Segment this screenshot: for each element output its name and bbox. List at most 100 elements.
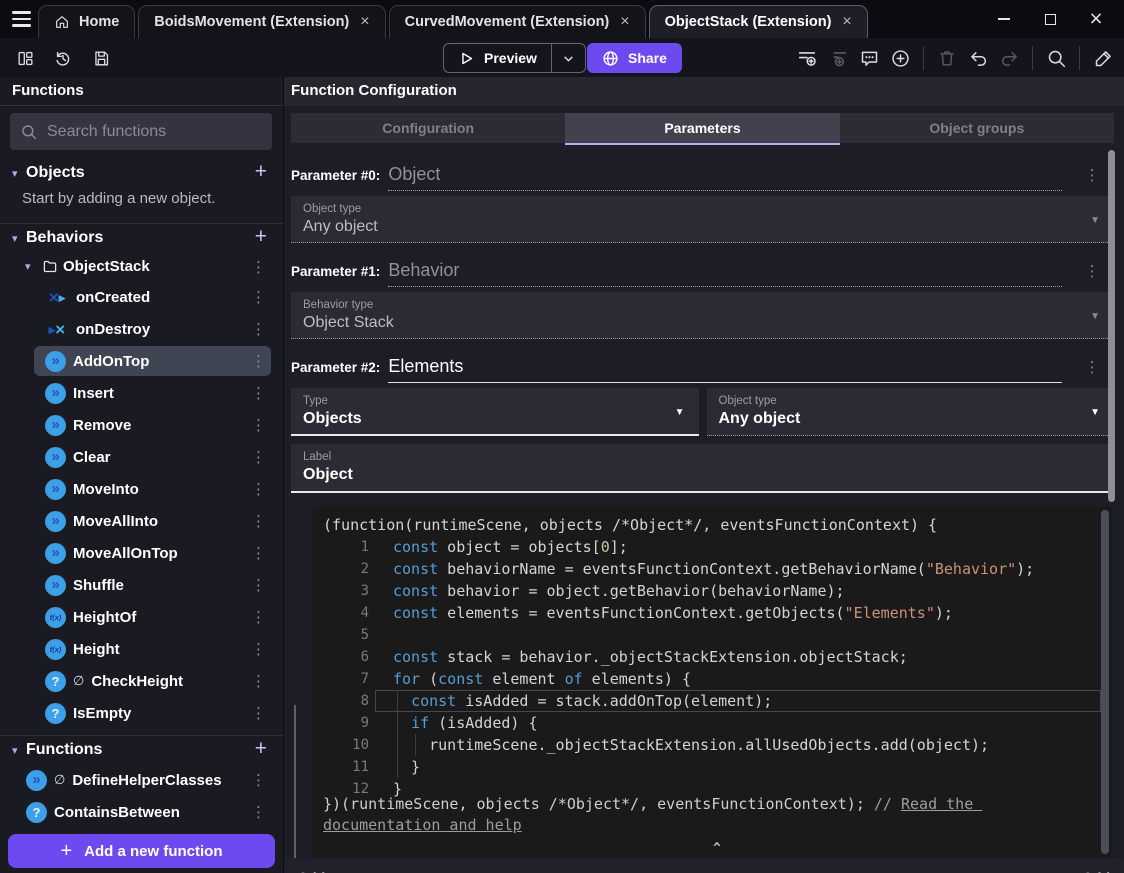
sidebar-item-checkheight[interactable]: ? ∅ CheckHeight ⋮ bbox=[0, 665, 283, 697]
editor-tab-boidsmovement[interactable]: BoidsMovement (Extension) × bbox=[138, 5, 386, 38]
maximize-button[interactable] bbox=[1034, 5, 1066, 33]
tab-parameters[interactable]: Parameters bbox=[565, 113, 840, 145]
add-circle-icon[interactable] bbox=[887, 45, 913, 71]
close-tab-icon[interactable]: × bbox=[842, 13, 851, 31]
kebab-menu-icon[interactable]: ⋮ bbox=[251, 672, 266, 690]
field-object-type[interactable]: Object type Any object ▼ bbox=[706, 388, 1114, 436]
line-text: runtimeScene._objectStackExtension.allUs… bbox=[393, 736, 990, 754]
kebab-menu-icon[interactable]: ⋮ bbox=[251, 352, 266, 370]
kebab-menu-icon[interactable]: ⋮ bbox=[251, 416, 266, 434]
undo-icon[interactable] bbox=[965, 45, 991, 71]
dropdown-arrow-icon: ▼ bbox=[1090, 407, 1100, 418]
sidebar-section-functions[interactable]: ▾ Functions + bbox=[0, 736, 283, 764]
field-label[interactable]: Label Object bbox=[291, 444, 1114, 493]
kebab-menu-icon[interactable]: ⋮ bbox=[251, 544, 266, 562]
tab-object-groups[interactable]: Object groups bbox=[840, 113, 1114, 143]
preview-button[interactable]: Preview bbox=[443, 43, 586, 73]
parameter-label: Parameter #1: bbox=[291, 264, 381, 279]
search-functions-box[interactable] bbox=[10, 113, 272, 150]
close-tab-icon[interactable]: × bbox=[360, 13, 369, 31]
share-button[interactable]: Share bbox=[587, 43, 682, 73]
kebab-menu-icon[interactable]: ⋮ bbox=[1084, 358, 1100, 376]
kebab-menu-icon[interactable]: ⋮ bbox=[251, 320, 266, 338]
resize-handle-caret[interactable]: ^ bbox=[713, 841, 721, 856]
javascript-code-editor[interactable]: (function(runtimeScene, objects /*Object… bbox=[313, 506, 1113, 858]
kebab-menu-icon[interactable]: ⋮ bbox=[251, 803, 266, 821]
action-function-icon: » bbox=[45, 414, 66, 436]
tab-configuration[interactable]: Configuration bbox=[291, 113, 565, 143]
sidebar-item-height[interactable]: f(x) Height ⋮ bbox=[0, 633, 283, 665]
sidebar-item-label: DefineHelperClasses bbox=[72, 771, 222, 789]
folder-icon bbox=[42, 259, 58, 274]
sidebar-item-isempty[interactable]: ? IsEmpty ⋮ bbox=[0, 697, 283, 729]
preview-options-button[interactable] bbox=[552, 52, 585, 65]
kebab-menu-icon[interactable]: ⋮ bbox=[251, 512, 266, 530]
add-new-function-button[interactable]: + Add a new function bbox=[8, 834, 275, 868]
kebab-menu-icon[interactable]: ⋮ bbox=[251, 288, 266, 306]
code-line-2: 2 const behaviorName = eventsFunctionCont… bbox=[313, 558, 1113, 580]
behavior-folder-objectstack[interactable]: ▾ ObjectStack ⋮ bbox=[0, 252, 283, 281]
editor-scrollbar[interactable] bbox=[1101, 510, 1109, 854]
free-functions-list: » ∅ DefineHelperClasses ⋮? ContainsBetween ⋮ bbox=[0, 764, 283, 828]
field-type[interactable]: Type Objects ▼ bbox=[291, 388, 699, 436]
kebab-menu-icon[interactable]: ⋮ bbox=[251, 576, 266, 594]
line-number: 8 bbox=[360, 693, 369, 709]
kebab-menu-icon[interactable]: ⋮ bbox=[251, 704, 266, 722]
close-window-button[interactable]: × bbox=[1080, 5, 1112, 33]
parameter-name-input[interactable]: Object bbox=[388, 164, 1062, 191]
panels-icon[interactable] bbox=[12, 45, 38, 71]
editor-tab-objectstack[interactable]: ObjectStack (Extension) × bbox=[648, 5, 868, 38]
sidebar-item-insert[interactable]: » Insert ⋮ bbox=[0, 377, 283, 409]
add-comment-icon[interactable] bbox=[856, 45, 882, 71]
plus-icon: + bbox=[60, 839, 73, 862]
add-function-plus-button[interactable]: + bbox=[255, 737, 267, 761]
add-event-icon[interactable] bbox=[794, 45, 820, 71]
sidebar-section-behaviors[interactable]: ▾ Behaviors + bbox=[0, 224, 283, 252]
field-label: Object type bbox=[718, 395, 777, 407]
parameter-name-input[interactable]: Elements bbox=[388, 356, 1062, 383]
field-behavior-type[interactable]: Behavior type Object Stack ▼ bbox=[291, 292, 1114, 339]
sidebar-item-shuffle[interactable]: » Shuffle ⋮ bbox=[0, 569, 283, 601]
main-menu-button[interactable] bbox=[4, 0, 38, 38]
kebab-menu-icon[interactable]: ⋮ bbox=[1084, 262, 1100, 280]
sidebar-item-addontop[interactable]: » AddOnTop ⋮ bbox=[0, 345, 283, 377]
kebab-menu-icon[interactable]: ⋮ bbox=[251, 640, 266, 658]
search-icon[interactable] bbox=[1043, 45, 1069, 71]
kebab-menu-icon[interactable]: ⋮ bbox=[251, 771, 266, 789]
sidebar-item-moveallontop[interactable]: » MoveAllOnTop ⋮ bbox=[0, 537, 283, 569]
parameter-name-input[interactable]: Behavior bbox=[388, 260, 1062, 287]
field-value: Any object bbox=[303, 218, 378, 235]
kebab-menu-icon[interactable]: ⋮ bbox=[1084, 166, 1100, 184]
sidebar-item-oncreated[interactable]: × ▸ onCreated ⋮ bbox=[0, 281, 283, 313]
editor-tab-curvedmovement[interactable]: CurvedMovement (Extension) × bbox=[388, 5, 646, 38]
sidebar-item-containsbetween[interactable]: ? ContainsBetween ⋮ bbox=[0, 796, 283, 828]
preview-button-main[interactable]: Preview bbox=[444, 50, 551, 67]
sidebar-item-label: Remove bbox=[73, 416, 132, 434]
sidebar-item-moveallinto[interactable]: » MoveAllInto ⋮ bbox=[0, 505, 283, 537]
kebab-menu-icon[interactable]: ⋮ bbox=[251, 258, 266, 276]
code-line-3: 3 const behavior = object.getBehavior(beh… bbox=[313, 580, 1113, 602]
sidebar-item-heightof[interactable]: f(x) HeightOf ⋮ bbox=[0, 601, 283, 633]
add-object-button[interactable]: + bbox=[255, 160, 267, 184]
field-object-type[interactable]: Object type Any object ▼ bbox=[291, 196, 1114, 243]
kebab-menu-icon[interactable]: ⋮ bbox=[251, 480, 266, 498]
history-icon[interactable] bbox=[50, 45, 76, 71]
sidebar-item-ondestroy[interactable]: ▸ × onDestroy ⋮ bbox=[0, 313, 283, 345]
close-tab-icon[interactable]: × bbox=[620, 13, 629, 31]
panel-scrollbar[interactable] bbox=[1108, 150, 1115, 502]
sidebar-item-clear[interactable]: » Clear ⋮ bbox=[0, 441, 283, 473]
sidebar-item-remove[interactable]: » Remove ⋮ bbox=[0, 409, 283, 441]
sidebar-item-definehelperclasses[interactable]: » ∅ DefineHelperClasses ⋮ bbox=[0, 764, 283, 796]
edit-pen-icon[interactable] bbox=[1090, 45, 1116, 71]
sidebar-section-objects[interactable]: ▾ Objects + bbox=[0, 159, 283, 187]
add-behavior-button[interactable]: + bbox=[255, 225, 267, 249]
minimize-button[interactable] bbox=[988, 5, 1020, 33]
save-icon[interactable] bbox=[88, 45, 114, 71]
editor-tab-home[interactable]: Home bbox=[38, 5, 136, 38]
kebab-menu-icon[interactable]: ⋮ bbox=[251, 608, 266, 626]
kebab-menu-icon[interactable]: ⋮ bbox=[251, 448, 266, 466]
sidebar-item-moveinto[interactable]: » MoveInto ⋮ bbox=[0, 473, 283, 505]
search-functions-input[interactable] bbox=[47, 122, 262, 141]
action-function-icon: » bbox=[45, 510, 66, 532]
kebab-menu-icon[interactable]: ⋮ bbox=[251, 384, 266, 402]
